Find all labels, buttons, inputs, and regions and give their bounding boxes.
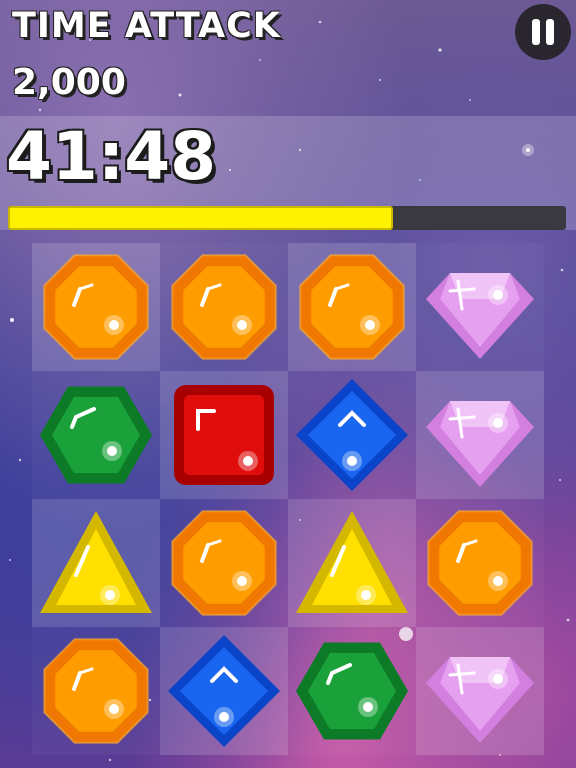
board-cell-0-2[interactable] — [288, 243, 416, 371]
time-progress-bar — [8, 206, 566, 230]
board-cell-3-1[interactable] — [160, 627, 288, 755]
board-cell-3-3[interactable] — [416, 627, 544, 755]
pause-button[interactable] — [515, 4, 571, 60]
green-hexagon-gem-icon — [40, 386, 152, 484]
red-square-gem-icon — [174, 385, 274, 485]
orange-octagon-gem-icon — [171, 510, 277, 616]
yellow-triangle-gem-icon — [40, 511, 152, 613]
green-hexagon-gem-icon — [296, 642, 408, 740]
blue-rhombus-gem-icon — [296, 379, 408, 491]
board-cell-0-3[interactable] — [416, 243, 544, 371]
board-cell-2-3[interactable] — [416, 499, 544, 627]
countdown-timer: 41:48 — [6, 118, 217, 195]
pause-icon-bar — [546, 19, 554, 45]
board-cell-3-0[interactable] — [32, 627, 160, 755]
board-cell-1-2[interactable] — [288, 371, 416, 499]
orange-octagon-gem-icon — [299, 254, 405, 360]
time-progress-fill — [8, 206, 394, 230]
mode-title: TIME ATTACK — [12, 6, 281, 46]
pink-diamond-gem-icon — [426, 273, 534, 359]
yellow-triangle-gem-icon — [296, 511, 408, 613]
pink-diamond-gem-icon — [426, 657, 534, 743]
orange-octagon-gem-icon — [43, 254, 149, 360]
board-cell-1-1[interactable] — [160, 371, 288, 499]
board-cell-2-2[interactable] — [288, 499, 416, 627]
orange-octagon-gem-icon — [427, 510, 533, 616]
orange-octagon-gem-icon — [171, 254, 277, 360]
pause-icon — [532, 19, 540, 45]
pink-diamond-gem-icon — [426, 401, 534, 487]
gem-board — [32, 243, 544, 755]
blue-rhombus-gem-icon — [168, 635, 280, 747]
board-cell-0-1[interactable] — [160, 243, 288, 371]
score-display: 2,000 — [12, 62, 126, 103]
board-cell-1-0[interactable] — [32, 371, 160, 499]
board-cell-3-2[interactable] — [288, 627, 416, 755]
orange-octagon-gem-icon — [43, 638, 149, 744]
board-cell-2-1[interactable] — [160, 499, 288, 627]
board-cell-2-0[interactable] — [32, 499, 160, 627]
board-cell-0-0[interactable] — [32, 243, 160, 371]
board-cell-1-3[interactable] — [416, 371, 544, 499]
